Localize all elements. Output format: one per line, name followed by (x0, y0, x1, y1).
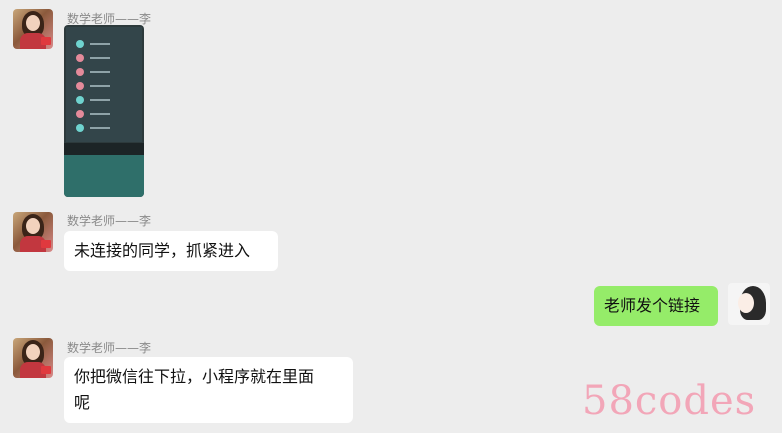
list-row (76, 53, 134, 63)
list-row (76, 109, 134, 119)
message-bubble[interactable]: 未连接的同学，抓紧进入 (64, 231, 278, 271)
watermark-logo: 58codes (582, 378, 757, 424)
sender-avatar[interactable] (13, 338, 53, 378)
screenshot-thumbnail (66, 27, 142, 142)
list-row (76, 123, 134, 133)
image-message[interactable] (64, 25, 144, 197)
list-row (76, 95, 134, 105)
avatar-face (26, 15, 40, 31)
list-row (76, 81, 134, 91)
avatar-badge (41, 37, 51, 45)
sender-avatar[interactable] (13, 212, 53, 252)
message-text-line-1: 你把微信往下拉，小程序就在里面 (74, 367, 315, 386)
my-avatar[interactable] (728, 283, 770, 325)
message-text: 未连接的同学，抓紧进入 (74, 241, 251, 260)
list-row (76, 39, 134, 49)
thumbnail-surface (64, 155, 144, 197)
list-row (76, 67, 134, 77)
message-text-line-2: 呢 (74, 393, 91, 412)
sender-name: 数学老师——李 (67, 341, 152, 355)
avatar-badge (41, 240, 51, 248)
outgoing-message-bubble[interactable]: 老师发个链接 (594, 286, 718, 326)
message-text: 老师发个链接 (604, 296, 701, 315)
avatar-face (26, 218, 40, 234)
sender-avatar[interactable] (13, 9, 53, 49)
message-bubble[interactable]: 你把微信往下拉，小程序就在里面 呢 (64, 357, 353, 423)
thumbnail-bar (64, 143, 144, 155)
avatar-face (26, 344, 40, 360)
sender-name: 数学老师——李 (67, 214, 152, 228)
avatar-badge (41, 366, 51, 374)
avatar-face (738, 293, 754, 313)
